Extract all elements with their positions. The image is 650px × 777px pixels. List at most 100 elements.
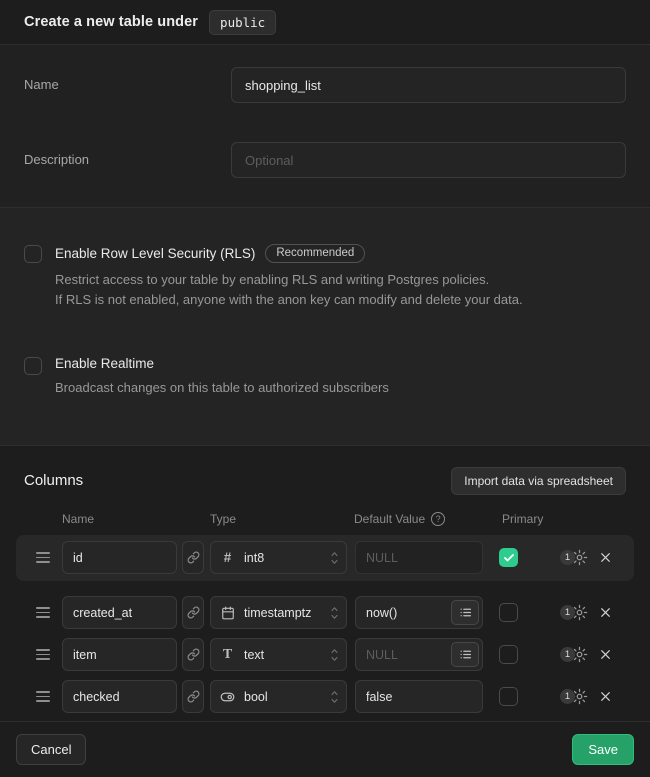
default-value-menu-button[interactable] bbox=[451, 600, 479, 625]
column-type-select[interactable]: T text bbox=[210, 638, 347, 671]
rls-checkbox[interactable] bbox=[24, 245, 42, 263]
link-icon bbox=[187, 648, 200, 661]
column-name-input[interactable] bbox=[62, 680, 177, 713]
primary-key-checkbox[interactable] bbox=[499, 645, 518, 664]
description-form-row: Description bbox=[24, 142, 626, 178]
chevron-up-down-icon bbox=[330, 648, 339, 662]
column-name-input[interactable] bbox=[62, 541, 177, 574]
table-row: # int8 1 bbox=[16, 535, 634, 581]
name-label: Name bbox=[24, 67, 231, 103]
table-name-input[interactable] bbox=[231, 67, 626, 103]
foreign-key-link-button[interactable] bbox=[182, 638, 204, 671]
chevron-up-down-icon bbox=[330, 606, 339, 620]
table-description-input[interactable] bbox=[231, 142, 626, 178]
link-icon bbox=[187, 551, 200, 564]
column-type-value: bool bbox=[244, 690, 319, 704]
save-button[interactable]: Save bbox=[572, 734, 634, 765]
page-title: Create a new table under bbox=[24, 14, 198, 30]
drag-handle-icon[interactable] bbox=[36, 552, 50, 563]
default-value-input[interactable] bbox=[355, 541, 483, 574]
drag-handle-icon[interactable] bbox=[36, 607, 50, 618]
table-options-section: Enable Row Level Security (RLS) Recommen… bbox=[0, 208, 650, 446]
calendar-icon bbox=[220, 606, 235, 620]
description-label: Description bbox=[24, 142, 231, 178]
column-settings-button[interactable]: 1 bbox=[560, 646, 588, 663]
default-value-input[interactable] bbox=[355, 680, 483, 713]
columns-section: Columns Import data via spreadsheet Name… bbox=[0, 446, 650, 721]
foreign-key-link-button[interactable] bbox=[182, 541, 204, 574]
import-spreadsheet-button[interactable]: Import data via spreadsheet bbox=[451, 467, 626, 495]
check-icon bbox=[503, 649, 515, 661]
table-row: timestamptz bbox=[16, 595, 634, 631]
default-value-menu-button[interactable] bbox=[451, 642, 479, 667]
column-name-input[interactable] bbox=[62, 596, 177, 629]
column-name-input[interactable] bbox=[62, 638, 177, 671]
name-form-row: Name bbox=[24, 67, 626, 103]
realtime-toggle-block: Enable Realtime Broadcast changes on thi… bbox=[24, 356, 626, 398]
toggle-icon bbox=[220, 689, 235, 705]
header-primary: Primary bbox=[502, 512, 543, 526]
help-icon[interactable]: ? bbox=[431, 512, 445, 526]
column-type-value: text bbox=[244, 648, 319, 662]
cancel-button[interactable]: Cancel bbox=[16, 734, 86, 765]
table-row: bool 1 bbox=[16, 679, 634, 715]
columns-title: Columns bbox=[24, 472, 83, 489]
column-settings-button[interactable]: 1 bbox=[560, 688, 588, 705]
foreign-key-link-button[interactable] bbox=[182, 596, 204, 629]
recommended-badge: Recommended bbox=[265, 244, 365, 263]
list-icon bbox=[459, 648, 472, 661]
link-icon bbox=[187, 690, 200, 703]
settings-count-badge: 1 bbox=[560, 605, 575, 620]
check-icon bbox=[503, 607, 515, 619]
column-settings-button[interactable]: 1 bbox=[560, 549, 588, 566]
settings-count-badge: 1 bbox=[560, 550, 575, 565]
primary-key-checkbox[interactable] bbox=[499, 603, 518, 622]
text-icon: T bbox=[220, 647, 235, 663]
realtime-description: Broadcast changes on this table to autho… bbox=[55, 378, 389, 398]
drag-handle-icon[interactable] bbox=[36, 649, 50, 660]
drag-handle-icon[interactable] bbox=[36, 691, 50, 702]
settings-count-badge: 1 bbox=[560, 647, 575, 662]
create-table-panel: Create a new table under public Name Des… bbox=[0, 0, 650, 761]
list-icon bbox=[459, 606, 472, 619]
header-default-value: Default Value ? bbox=[354, 512, 502, 526]
settings-count-badge: 1 bbox=[560, 689, 575, 704]
table-details-section: Name Description bbox=[0, 45, 650, 208]
remove-column-button[interactable] bbox=[597, 688, 614, 705]
close-icon bbox=[599, 690, 612, 703]
rls-description: Restrict access to your table by enablin… bbox=[55, 270, 523, 309]
remove-column-button[interactable] bbox=[597, 646, 614, 663]
panel-header: Create a new table under public bbox=[0, 0, 650, 45]
columns-rows: # int8 1 bbox=[0, 535, 650, 715]
link-icon bbox=[187, 606, 200, 619]
rls-label: Enable Row Level Security (RLS) bbox=[55, 246, 255, 261]
realtime-label: Enable Realtime bbox=[55, 356, 154, 371]
column-type-select[interactable]: bool bbox=[210, 680, 347, 713]
close-icon bbox=[599, 606, 612, 619]
chevron-up-down-icon bbox=[330, 551, 339, 565]
remove-column-button[interactable] bbox=[597, 549, 614, 566]
column-settings-button[interactable]: 1 bbox=[560, 604, 588, 621]
schema-badge: public bbox=[209, 10, 276, 35]
check-icon bbox=[503, 691, 515, 703]
foreign-key-link-button[interactable] bbox=[182, 680, 204, 713]
primary-key-checkbox[interactable] bbox=[499, 687, 518, 706]
close-icon bbox=[599, 648, 612, 661]
table-row: T text bbox=[16, 637, 634, 673]
column-type-value: int8 bbox=[244, 551, 319, 565]
chevron-up-down-icon bbox=[330, 690, 339, 704]
rls-toggle-block: Enable Row Level Security (RLS) Recommen… bbox=[24, 244, 626, 309]
remove-column-button[interactable] bbox=[597, 604, 614, 621]
primary-key-checkbox[interactable] bbox=[499, 548, 518, 567]
column-type-value: timestamptz bbox=[244, 606, 319, 620]
header-name: Name bbox=[62, 512, 210, 526]
close-icon bbox=[599, 551, 612, 564]
header-type: Type bbox=[210, 512, 354, 526]
columns-table-headers: Name Type Default Value ? Primary bbox=[0, 512, 650, 526]
hash-icon: # bbox=[220, 550, 235, 565]
column-type-select[interactable]: # int8 bbox=[210, 541, 347, 574]
panel-footer: Cancel Save bbox=[0, 721, 650, 777]
realtime-checkbox[interactable] bbox=[24, 357, 42, 375]
check-icon bbox=[503, 552, 515, 564]
column-type-select[interactable]: timestamptz bbox=[210, 596, 347, 629]
